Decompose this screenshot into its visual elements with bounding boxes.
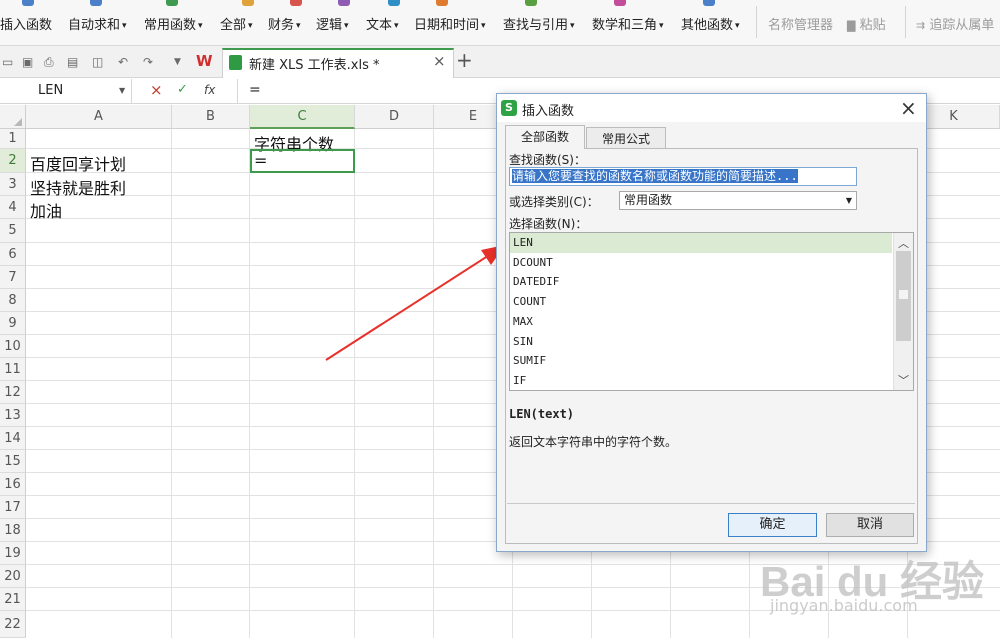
arrow-shaft — [325, 251, 495, 361]
dialog-title: 插入函数 — [522, 104, 575, 119]
wps-spreadsheet-app-icon: S — [501, 100, 517, 116]
category-select[interactable]: 常用函数 ▼ — [619, 191, 857, 210]
function-list-item[interactable]: DCOUNT — [510, 253, 892, 273]
scroll-down-icon[interactable]: ﹀ — [898, 372, 909, 388]
function-list-item[interactable]: COUNT — [510, 292, 892, 312]
function-list-item[interactable]: IF — [510, 371, 892, 390]
tab-common-formulas[interactable]: 常用公式 — [586, 127, 666, 149]
cancel-button[interactable]: 取消 — [826, 513, 914, 537]
function-description: 返回文本字符串中的字符个数。 — [509, 435, 678, 449]
chevron-down-icon[interactable]: ▼ — [846, 192, 852, 209]
tab-all-functions[interactable]: 全部函数 — [505, 125, 585, 149]
function-list-item[interactable]: DATEDIF — [510, 272, 892, 292]
insert-function-dialog: S 插入函数 × 全部函数 常用公式 查找函数(S)： 请输入您要查找的函数名称… — [496, 93, 927, 552]
function-list-item[interactable]: MAX — [510, 312, 892, 332]
function-list-item[interactable]: LEN — [510, 233, 892, 253]
ok-button[interactable]: 确定 — [728, 513, 817, 537]
close-dialog-icon[interactable]: × — [900, 96, 917, 120]
dialog-divider — [507, 503, 915, 504]
scrollbar-grip-icon — [899, 290, 908, 299]
dialog-titlebar[interactable]: S 插入函数 × — [497, 94, 926, 122]
baidu-watermark-url: jingyan.baidu.com — [770, 596, 918, 615]
search-input-text: 请输入您要查找的函数名称或函数功能的简要描述... — [512, 169, 798, 183]
search-function-label: 查找函数(S)： — [509, 153, 586, 167]
function-list-scrollbar[interactable]: ︿ ﹀ — [893, 233, 913, 390]
category-label: 或选择类别(C)： — [509, 195, 599, 209]
function-list-item[interactable]: SUMIF — [510, 351, 892, 371]
search-function-input[interactable]: 请输入您要查找的函数名称或函数功能的简要描述... — [509, 167, 857, 186]
category-value: 常用函数 — [624, 193, 673, 207]
function-list-item[interactable]: SIN — [510, 332, 892, 352]
scroll-up-icon[interactable]: ︿ — [898, 235, 909, 251]
select-function-label: 选择函数(N)： — [509, 217, 588, 231]
function-signature: LEN(text) — [509, 407, 575, 421]
function-list[interactable]: LEN DCOUNT DATEDIF COUNT MAX SIN SUMIF IF ︿ ﹀ — [509, 232, 914, 391]
